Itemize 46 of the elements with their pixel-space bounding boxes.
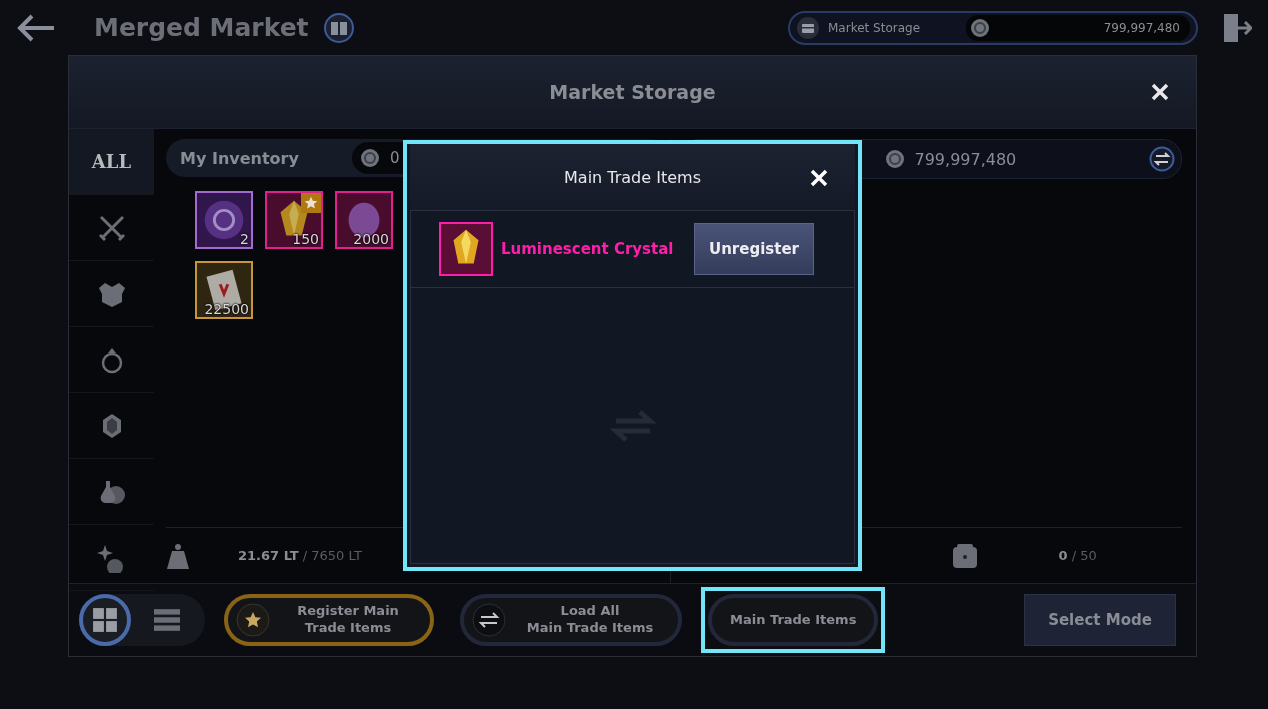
trade-items-button[interactable]: Main Trade Items: [708, 594, 879, 646]
feather-tuft-icon: [337, 193, 391, 247]
market-storage-label: Market Storage: [828, 20, 921, 35]
item-count: 2: [240, 231, 249, 247]
close-button[interactable]: [1150, 82, 1170, 102]
grid-icon: [92, 607, 118, 633]
bag-icon: [950, 541, 979, 570]
coin-icon: [360, 148, 380, 168]
close-icon: [809, 168, 829, 188]
weight-reading: 21.67 LT / 7650 LT: [238, 548, 362, 563]
currency-amount: 799,997,480: [914, 149, 1018, 169]
exchange-icon: [472, 603, 506, 637]
dialog-title: Main Trade Items: [564, 167, 701, 187]
list-icon: [154, 607, 180, 633]
chest-icon: [796, 15, 820, 40]
scroll-icon: [197, 263, 251, 317]
currency-amount: 0: [390, 149, 400, 167]
window-title: Market Storage: [549, 81, 716, 103]
coin-icon: [970, 17, 990, 38]
close-icon: [1150, 82, 1170, 102]
item-name: Luminescent Crystal: [501, 240, 674, 258]
item-count: 150: [292, 231, 319, 247]
inventory-title: My Inventory: [180, 148, 300, 168]
orb-icon: [197, 193, 251, 247]
item-slot[interactable]: 150: [265, 191, 323, 249]
item-slot[interactable]: 2000: [335, 191, 393, 249]
market-storage-bar[interactable]: Market Storage 799,997,480: [788, 10, 1198, 45]
unregister-button[interactable]: Unregister: [694, 223, 814, 275]
item-count: 2000: [353, 231, 389, 247]
trade-items-button[interactable]: Load All Main Trade Items: [460, 594, 682, 646]
currency-amount: 799,997,480: [1103, 20, 1180, 35]
weight-icon: [166, 541, 190, 570]
exchange-icon[interactable]: [1149, 146, 1175, 172]
select-mode-button[interactable]: Select Mode: [1024, 594, 1176, 646]
view-mode-button[interactable]: [79, 594, 131, 646]
back-arrow-icon[interactable]: [16, 12, 56, 43]
page-title: Merged Market: [94, 13, 309, 42]
star-badge-icon: [301, 193, 321, 213]
item-slot[interactable]: 22500: [195, 261, 253, 319]
item-slot[interactable]: 2: [195, 191, 253, 249]
coin-icon: [884, 149, 905, 169]
item-count: 22500: [204, 301, 249, 317]
trade-items-button[interactable]: Register Main Trade Items: [224, 594, 434, 646]
crystal-icon: [441, 224, 491, 274]
category-tab[interactable]: ALL: [69, 129, 154, 195]
slot-count: 0 / 50: [1058, 548, 1097, 563]
